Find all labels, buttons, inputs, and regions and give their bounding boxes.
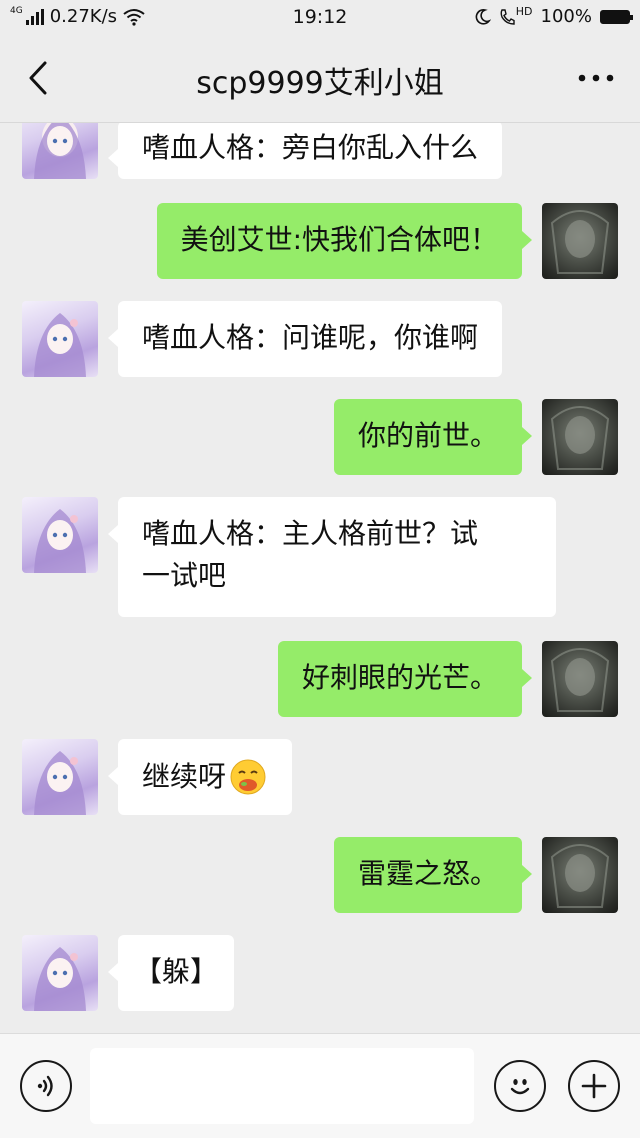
- message-bubble[interactable]: 美创艾世:快我们合体吧！: [156, 203, 533, 279]
- message-row: 【躲】: [0, 935, 640, 1011]
- emoji-button[interactable]: [494, 1060, 546, 1112]
- input-bar: [0, 1033, 640, 1138]
- my-avatar[interactable]: [542, 399, 618, 475]
- my-avatar[interactable]: [542, 203, 618, 279]
- message-row: 你的前世。: [0, 399, 640, 475]
- voice-button[interactable]: [20, 1060, 72, 1112]
- contact-avatar[interactable]: [22, 497, 98, 573]
- message-row: 嗜血人格：问谁呢，你谁啊: [0, 301, 640, 377]
- nav-bar: scp9999艾利小姐: [0, 34, 640, 123]
- hd-label: HD: [515, 5, 533, 18]
- message-bubble[interactable]: 继续呀: [107, 739, 293, 815]
- message-bubble[interactable]: 嗜血人格：旁白你乱入什么: [107, 123, 503, 179]
- hd-call-icon: HD: [499, 5, 533, 26]
- my-avatar[interactable]: [542, 837, 618, 913]
- chat-title: scp9999艾利小姐: [196, 66, 444, 101]
- plus-icon: [581, 1073, 607, 1099]
- message-row: 继续呀: [0, 739, 640, 815]
- my-avatar[interactable]: [542, 641, 618, 717]
- message-bubble[interactable]: 好刺眼的光芒。: [277, 641, 533, 717]
- message-input[interactable]: [90, 1048, 474, 1124]
- message-bubble[interactable]: 嗜血人格：主人格前世？试 一试吧: [108, 497, 556, 617]
- message-bubble[interactable]: 雷霆之怒。: [333, 837, 533, 913]
- contact-avatar[interactable]: [22, 301, 98, 377]
- status-bar: 4G 0.27K/s 19:12 HD 100%: [0, 0, 640, 34]
- message-row: 嗜血人格：主人格前世？试 一试吧: [0, 497, 640, 617]
- emoji-icon: [510, 1079, 530, 1095]
- message-text: 继续呀: [142, 760, 227, 793]
- phone-icon: [500, 8, 515, 25]
- message-list[interactable]: 嗜血人格：旁白你乱入什么 美创艾世:快我们合体吧！ 嗜血人格：问谁呢，你谁啊 你…: [0, 123, 640, 1033]
- status-right: HD 100%: [473, 5, 633, 27]
- chat-screen: 4G 0.27K/s 19:12 HD 100% scp9999艾利小姐 嗜血人…: [0, 0, 640, 1138]
- contact-avatar[interactable]: [22, 123, 98, 179]
- message-bubble[interactable]: 嗜血人格：问谁呢，你谁啊: [107, 301, 503, 377]
- contact-avatar[interactable]: [22, 935, 98, 1011]
- message-row: 雷霆之怒。: [0, 837, 640, 913]
- message-bubble[interactable]: 你的前世。: [333, 399, 533, 475]
- eating-emoji-icon: [230, 759, 266, 795]
- battery-icon: [600, 9, 633, 24]
- plus-button[interactable]: [568, 1060, 620, 1112]
- message-row: 好刺眼的光芒。: [0, 641, 640, 717]
- battery-percent: 100%: [540, 6, 592, 27]
- more-dots-icon: [578, 74, 614, 82]
- more-button[interactable]: [574, 60, 618, 96]
- message-row: 美创艾世:快我们合体吧！: [0, 203, 640, 279]
- moon-icon: [475, 8, 491, 25]
- contact-avatar[interactable]: [22, 739, 98, 815]
- message-row: 嗜血人格：旁白你乱入什么: [0, 123, 640, 181]
- message-bubble[interactable]: 【躲】: [107, 935, 235, 1011]
- voice-icon: [37, 1075, 53, 1097]
